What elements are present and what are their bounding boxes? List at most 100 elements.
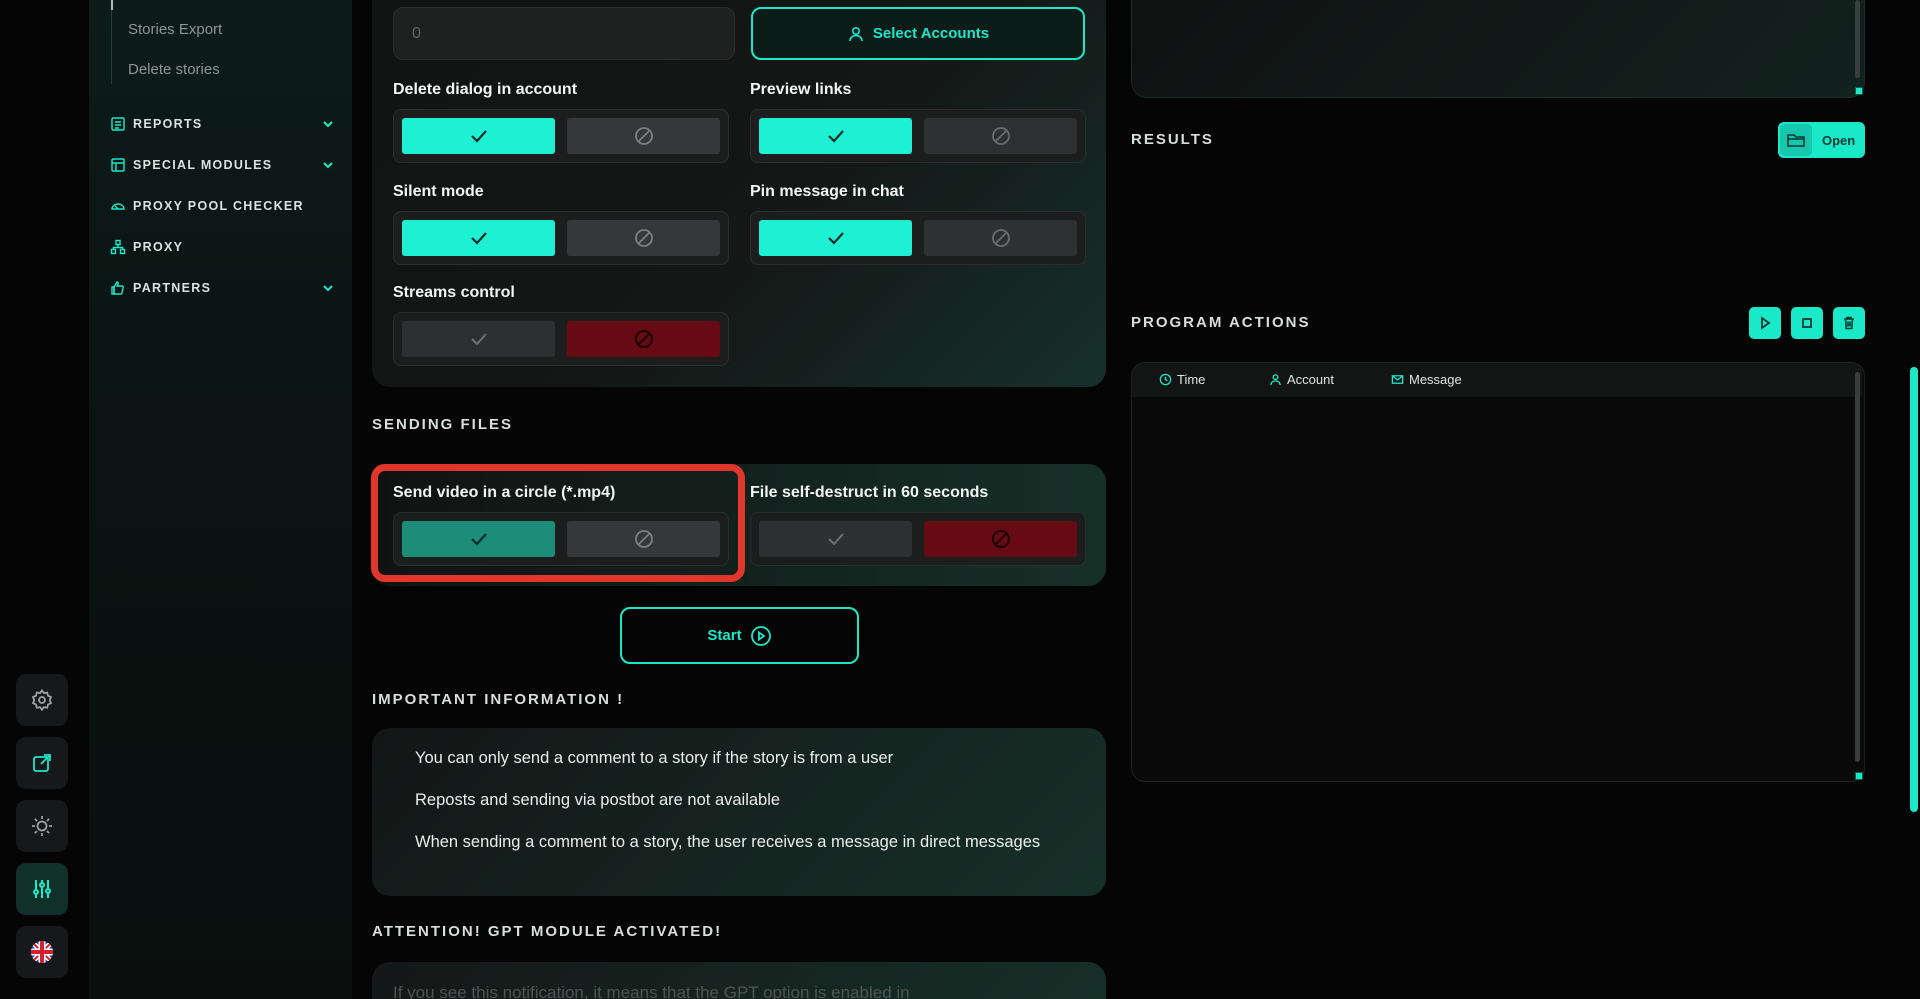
external-link-icon	[33, 754, 51, 772]
sidebar-item-label: PROXY POOL CHECKER	[133, 199, 304, 213]
left-rail	[0, 0, 89, 999]
resize-handle[interactable]	[1855, 772, 1863, 780]
log-header: Time Account Message	[1132, 363, 1862, 397]
sidebar-subitem-stories-export[interactable]: Stories Export	[128, 21, 222, 38]
column-label: Time	[1177, 372, 1206, 387]
network-icon	[110, 239, 126, 255]
theme-button[interactable]	[16, 800, 68, 852]
prohibited-icon	[634, 127, 653, 145]
chevron-down-icon	[323, 121, 333, 128]
clock-icon	[1159, 373, 1172, 386]
streams-control-toggle	[393, 312, 729, 366]
user-icon	[1270, 374, 1281, 386]
sidebar-item-special-modules[interactable]: SPECIAL MODULES	[110, 154, 335, 176]
self-destruct-label: File self-destruct in 60 seconds	[750, 484, 989, 501]
settings-icon	[31, 689, 53, 712]
sidebar-item-reports[interactable]: REPORTS	[110, 113, 335, 135]
log-scrollbar[interactable]	[1855, 372, 1860, 762]
check-icon	[827, 533, 844, 546]
play-icon	[1761, 316, 1771, 330]
toggle-off-button[interactable]	[924, 521, 1077, 557]
sidebar	[89, 0, 352, 999]
info-line: You can only send a comment to a story i…	[415, 749, 894, 767]
prohibited-icon	[634, 330, 653, 348]
report-icon	[111, 117, 125, 131]
count-input[interactable]: 0	[393, 7, 735, 60]
user-icon	[849, 26, 863, 41]
toggle-off-button[interactable]	[924, 220, 1077, 256]
column-account[interactable]: Account	[1269, 372, 1334, 387]
program-actions-log: Time Account Message	[1131, 362, 1865, 782]
preview-links-label: Preview links	[750, 81, 852, 98]
toggle-off-button[interactable]	[567, 321, 720, 357]
toggle-on-button[interactable]	[759, 118, 912, 154]
modules-icon	[111, 158, 125, 172]
program-actions-title: PROGRAM ACTIONS	[1131, 314, 1311, 331]
self-destruct-toggle	[750, 512, 1086, 566]
preview-links-toggle	[750, 109, 1086, 163]
language-button[interactable]	[16, 926, 68, 978]
sidebar-item-label: PARTNERS	[133, 281, 212, 295]
mail-icon	[1391, 375, 1404, 384]
play-button[interactable]	[1749, 307, 1781, 339]
theme-icon	[32, 816, 52, 836]
page-scrollbar[interactable]	[1910, 367, 1918, 812]
toggle-on-button[interactable]	[402, 118, 555, 154]
info-line: Reposts and sending via postbot are not …	[415, 791, 781, 809]
open-label: Open	[1822, 132, 1856, 148]
select-accounts-button[interactable]: Select Accounts	[751, 7, 1085, 60]
toggle-on-button[interactable]	[759, 521, 912, 557]
gpt-text: If you see this notification, it means t…	[393, 983, 910, 999]
sidebar-item-proxy-pool-checker[interactable]: PROXY POOL CHECKER	[110, 195, 335, 217]
toggle-off-button[interactable]	[924, 118, 1077, 154]
sliders-icon	[33, 880, 51, 898]
open-results-button[interactable]: Open	[1778, 122, 1865, 158]
chevron-down-icon	[323, 162, 333, 169]
results-title: RESULTS	[1131, 131, 1214, 148]
toggle-on-button[interactable]	[759, 220, 912, 256]
prohibited-icon	[991, 229, 1010, 247]
settings-button[interactable]	[16, 674, 68, 726]
delete-dialog-toggle	[393, 109, 729, 163]
gpt-title: ATTENTION! GPT MODULE ACTIVATED!	[372, 923, 723, 940]
toggle-off-button[interactable]	[567, 118, 720, 154]
toggle-off-button[interactable]	[567, 220, 720, 256]
delete-dialog-label: Delete dialog in account	[393, 81, 578, 98]
highlight-box	[371, 464, 745, 582]
sidebar-subitem-delete-stories[interactable]: Delete stories	[128, 61, 220, 78]
column-label: Account	[1287, 372, 1334, 387]
sidebar-item-proxy[interactable]: PROXY	[110, 236, 335, 258]
sidebar-item-partners[interactable]: PARTNERS	[110, 277, 335, 299]
output-box	[1131, 0, 1865, 98]
flag-uk-icon	[31, 941, 53, 963]
chevron-down-icon	[323, 285, 333, 292]
output-scrollbar[interactable]	[1855, 0, 1860, 78]
check-icon	[827, 130, 844, 143]
pool-icon	[111, 203, 125, 210]
external-link-button[interactable]	[16, 737, 68, 789]
column-label: Message	[1409, 372, 1462, 387]
sidebar-item-label: REPORTS	[133, 117, 203, 131]
sending-files-title: SENDING FILES	[372, 416, 514, 433]
select-accounts-label: Select Accounts	[872, 25, 990, 42]
toggle-on-button[interactable]	[402, 220, 555, 256]
toggle-on-button[interactable]	[402, 321, 555, 357]
check-icon	[827, 232, 844, 245]
resize-handle[interactable]	[1855, 87, 1863, 95]
play-circle-icon	[750, 625, 771, 646]
column-message[interactable]: Message	[1391, 372, 1462, 387]
trash-icon	[1844, 316, 1854, 330]
column-time[interactable]: Time	[1159, 372, 1205, 387]
folder-icon	[1787, 134, 1805, 147]
check-icon	[470, 130, 487, 143]
delete-button[interactable]	[1833, 307, 1865, 339]
sliders-button[interactable]	[16, 863, 68, 915]
hand-icon	[111, 281, 124, 295]
streams-control-label: Streams control	[393, 284, 515, 301]
sidebar-item-label: PROXY	[133, 240, 184, 254]
info-line: When sending a comment to a story, the u…	[415, 833, 1041, 851]
silent-mode-label: Silent mode	[393, 183, 484, 200]
start-button[interactable]: Start	[620, 607, 859, 664]
stop-icon	[1802, 318, 1812, 328]
stop-button[interactable]	[1791, 307, 1823, 339]
